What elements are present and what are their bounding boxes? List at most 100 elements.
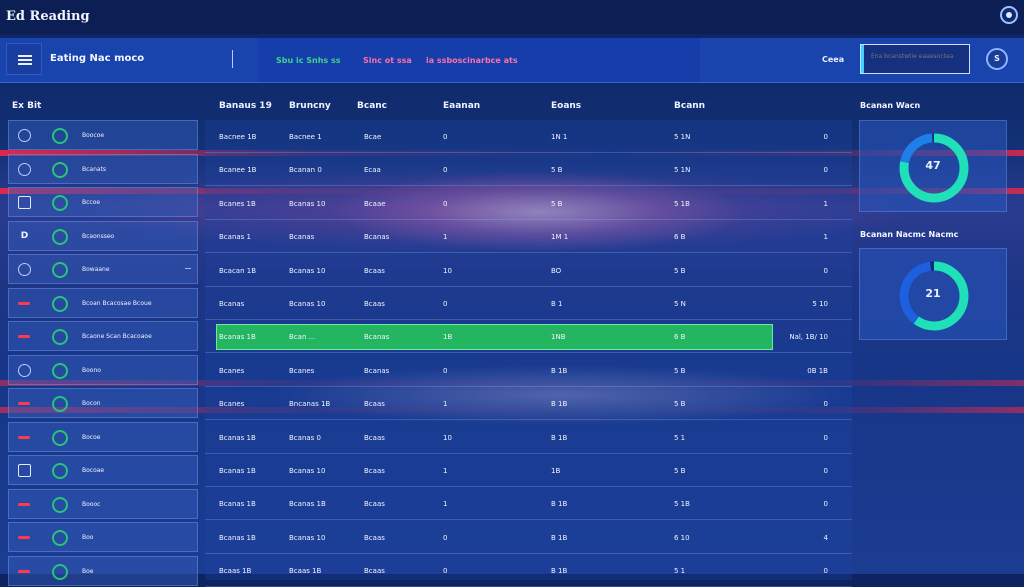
list-item-label: Bcoan Bcacosae Bcoue bbox=[82, 299, 152, 307]
nav-links-panel: Sbu ic Snhs ss Sinc ot ssa ia ssboscinar… bbox=[258, 38, 700, 82]
list-item[interactable]: D Bcaonsseo bbox=[8, 220, 198, 251]
list-item[interactable]: Boe bbox=[8, 555, 198, 586]
status-circle-icon[interactable] bbox=[52, 295, 68, 312]
list-item[interactable]: Bcanats bbox=[8, 153, 198, 184]
alert-icon bbox=[18, 569, 30, 573]
status-circle-icon[interactable] bbox=[52, 329, 68, 345]
table-row[interactable]: Bcanas 1B Bcanas 0 Bcaas 10 B 1B 5 1 0 bbox=[205, 422, 852, 454]
list-item[interactable]: Bowaane bbox=[8, 254, 198, 284]
user-icon bbox=[18, 129, 31, 142]
table-cell: 5 1B bbox=[674, 500, 690, 509]
table-cell: 5 B bbox=[674, 467, 686, 475]
table-cell: 0 bbox=[443, 533, 448, 542]
table-cell: Nal, 1B/ 10 bbox=[789, 333, 828, 342]
alert-icon bbox=[18, 502, 30, 506]
list-item[interactable]: Bcaone Scan Bcacoaoe bbox=[8, 321, 198, 351]
list-item[interactable]: Bocoae bbox=[8, 455, 198, 485]
table-cell: Bcaae bbox=[364, 199, 386, 208]
card-title: Bcanan Wacn bbox=[860, 101, 921, 110]
settings-icon[interactable] bbox=[1000, 6, 1018, 24]
list-item[interactable]: Boo bbox=[8, 522, 198, 552]
table-cell: Bcanas 1B bbox=[289, 500, 326, 509]
table-cell: 5 1 bbox=[674, 433, 686, 442]
table-cell: 1 bbox=[443, 400, 448, 409]
table-cell: Bcanas 10 bbox=[289, 199, 326, 208]
table-row[interactable]: Bcacan 1B Bcanas 10 Bcaas 10 BO 5 B 0 bbox=[205, 255, 852, 287]
list-item[interactable]: Bocon bbox=[8, 388, 198, 418]
table-row-selected[interactable]: Bcanas 1B Bcan ... Bcanas 1B 1NB 6 B Nal, 1B/ … bbox=[205, 321, 852, 354]
status-circle-icon[interactable] bbox=[52, 530, 68, 546]
search-input[interactable] bbox=[869, 52, 969, 61]
table-row[interactable]: Bcanes 1B Bcanas 10 Bcaae 0 5 B 5 1B 1 bbox=[205, 188, 852, 220]
nav-link-1[interactable]: Sbu ic Snhs ss bbox=[276, 56, 340, 65]
donut-card-2[interactable]: 21 bbox=[859, 248, 1007, 340]
status-circle-icon[interactable] bbox=[52, 262, 68, 278]
table-cell: 0 bbox=[443, 300, 448, 308]
menu-button[interactable] bbox=[6, 43, 42, 75]
table-cell: B 1 bbox=[551, 300, 563, 308]
search-box[interactable] bbox=[860, 44, 970, 74]
status-circle-icon[interactable] bbox=[52, 563, 68, 580]
list-item-label: Bccoe bbox=[82, 199, 101, 206]
table-cell: Bcanas 1B bbox=[219, 433, 256, 442]
table-cell: 0 bbox=[823, 266, 828, 275]
table-cell: 5 B bbox=[674, 366, 686, 375]
column-header[interactable]: Eaanan bbox=[443, 101, 480, 111]
table-cell: Bcaas bbox=[364, 433, 385, 442]
alert-icon bbox=[18, 536, 30, 539]
status-circle-icon[interactable] bbox=[52, 396, 68, 412]
table-cell: 4 bbox=[823, 533, 828, 542]
column-header[interactable]: Bcann bbox=[674, 101, 705, 111]
list-item[interactable]: Bocoe bbox=[8, 421, 198, 452]
table-cell: 1N 1 bbox=[551, 133, 568, 141]
nav-right-label[interactable]: Ceea bbox=[822, 55, 844, 64]
table-row[interactable]: Bacnee 1B Bacnee 1 Bcae 0 1N 1 5 1N 0 bbox=[205, 121, 852, 153]
table-row[interactable]: Bcanas 1B Bcanas 10 Bcaas 1 1B 5 B 0 bbox=[205, 455, 852, 487]
list-item[interactable]: Boono bbox=[8, 354, 198, 385]
list-item[interactable]: Bcoan Bcacosae Bcoue bbox=[8, 287, 198, 318]
table-cell: 6 10 bbox=[674, 533, 690, 542]
status-circle-icon[interactable] bbox=[52, 463, 68, 479]
column-header[interactable]: Bruncny bbox=[289, 101, 331, 111]
table-row[interactable]: Bcaas 1B Bcaas 1B Bcaas 0 B 1B 5 10 bbox=[205, 555, 852, 587]
table-cell: 1NB bbox=[551, 333, 566, 342]
avatar[interactable]: S bbox=[986, 48, 1008, 70]
list-item[interactable]: Boocoe bbox=[8, 120, 198, 150]
status-circle-icon[interactable] bbox=[52, 195, 68, 211]
table-cell: Bcaas bbox=[364, 266, 385, 275]
nav-link-2[interactable]: Sinc ot ssa bbox=[363, 56, 412, 65]
status-circle-icon[interactable] bbox=[52, 429, 68, 446]
table-row[interactable]: Bcanee 1B Bcanan 0 Ecaa 0 5 B 5 1N 0 bbox=[205, 154, 852, 187]
more-icon[interactable] bbox=[185, 268, 191, 269]
divider bbox=[232, 50, 233, 68]
table-row[interactable]: Bcanes Bncanas 1B Bcaas 1 B 1B 5 B 0 bbox=[205, 388, 852, 421]
status-circle-icon[interactable] bbox=[52, 496, 68, 513]
table-cell: Bcanes bbox=[219, 400, 245, 409]
table-row[interactable]: Bcanas 1B Bcanas 1B Bcaas 1 B 1B 5 1B 0 bbox=[205, 488, 852, 521]
table-cell: B 1B bbox=[551, 433, 568, 442]
status-circle-icon[interactable] bbox=[52, 161, 68, 178]
list-item[interactable]: Boooc bbox=[8, 488, 198, 519]
status-circle-icon[interactable] bbox=[52, 228, 68, 245]
table-row[interactable]: Bcanas 1B Bcanas 10 Bcaas 0 B 1B 6 10 4 bbox=[205, 522, 852, 554]
left-list: Boocoe Bcanats Bccoe D Bcaonsseo Bowaane Bcoan… bbox=[8, 120, 198, 586]
app-title: Ed Reading bbox=[6, 9, 90, 24]
table-row[interactable]: Bcanas Bcanas 10 Bcaas 0 B 1 5 N 5 10 bbox=[205, 288, 852, 320]
column-header[interactable]: Banaus 19 bbox=[219, 101, 272, 111]
column-header[interactable]: Bcanc bbox=[357, 101, 387, 111]
alert-icon bbox=[18, 335, 30, 338]
table-cell: Bcae bbox=[364, 133, 382, 141]
table-cell: 0 bbox=[823, 433, 828, 442]
table-row[interactable]: Bcanas 1 Bcanas Bcanas 1 1M 1 6 B 1 bbox=[205, 221, 852, 254]
status-circle-icon[interactable] bbox=[52, 362, 68, 379]
document-icon: D bbox=[20, 230, 29, 241]
list-item[interactable]: Bccoe bbox=[8, 187, 198, 217]
table-cell: 0 bbox=[823, 166, 828, 175]
table-cell: Bcanas 10 bbox=[289, 467, 326, 475]
status-circle-icon[interactable] bbox=[52, 128, 68, 144]
table-row[interactable]: Bcanes Bcanes Bcanas 0 B 1B 5 B 0B 1B bbox=[205, 355, 852, 387]
nav-link-3[interactable]: ia ssboscinarbce ats bbox=[426, 56, 518, 65]
table-cell: Bcanas bbox=[219, 300, 245, 308]
donut-card-1[interactable]: 47 bbox=[859, 120, 1007, 212]
column-header[interactable]: Eoans bbox=[551, 101, 581, 111]
